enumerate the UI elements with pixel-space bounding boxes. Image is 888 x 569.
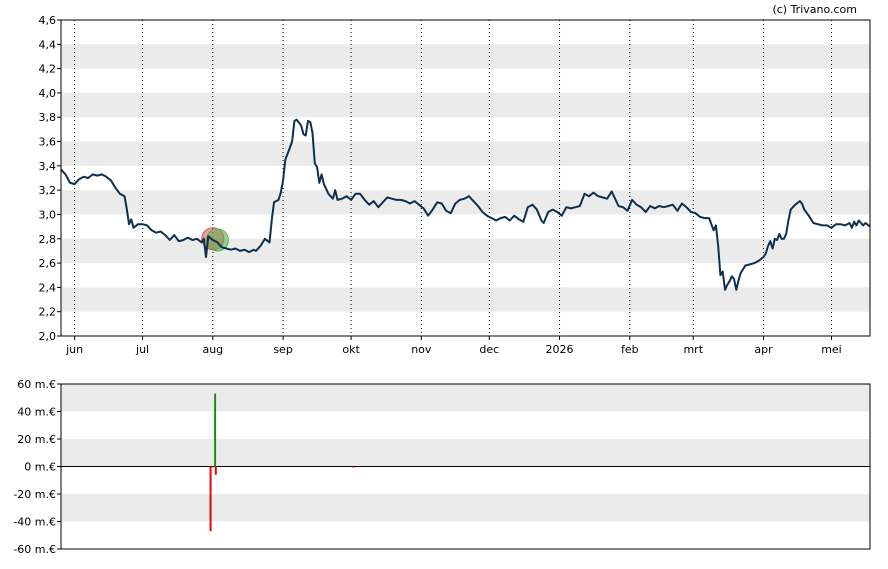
x-tick-label: okt (342, 343, 360, 356)
volume-y-tick-label: -20 m.€ (13, 488, 56, 501)
y-tick-label: 2,8 (39, 233, 57, 246)
price-panel-bands (61, 44, 870, 312)
y-tick-label: 3,0 (39, 208, 57, 221)
x-tick-label: mei (821, 343, 842, 356)
y-tick-label: 3,8 (39, 111, 57, 124)
x-tick-label: jun (65, 343, 83, 356)
chart-canvas: 2,0 2,2 2,4 2,6 2,8 3,0 3,2 3,4 3,6 3,8 4,0 4,2 4,4 4… (13, 3, 871, 556)
price-band (61, 44, 870, 69)
price-band (61, 190, 870, 215)
x-tick-label: feb (621, 343, 639, 356)
y-tick-label: 2,4 (39, 281, 57, 294)
y-tick-label: 4,4 (39, 38, 57, 51)
y-tick-label: 2,2 (39, 306, 57, 319)
price-x-axis: jun jul aug sep okt nov dec 2026 feb mrt apr mei (65, 336, 842, 356)
volume-y-axis: 60 m.€ 40 m.€ 20 m.€ 0 m.€ -20 m.€ -40 m.€ -60… (13, 378, 61, 556)
y-tick-label: 2,0 (39, 330, 57, 343)
volume-y-tick-label: -40 m.€ (13, 516, 56, 529)
x-tick-label: aug (202, 343, 223, 356)
volume-y-tick-label: 0 m.€ (24, 461, 56, 474)
watermark: (c) Trivano.com (772, 3, 857, 16)
price-y-axis: 2,0 2,2 2,4 2,6 2,8 3,0 3,2 3,4 3,6 3,8 4,0 4,2 4,4 4… (39, 14, 61, 343)
y-tick-label: 4,0 (39, 87, 57, 100)
price-band (61, 238, 870, 264)
volume-y-tick-label: 20 m.€ (17, 433, 56, 446)
volume-y-tick-label: -60 m.€ (13, 543, 56, 556)
price-band (61, 141, 870, 166)
y-tick-label: 3,4 (39, 160, 57, 173)
price-band (61, 92, 870, 118)
volume-panel-bands (61, 384, 870, 522)
price-band (61, 287, 870, 312)
volume-band (61, 384, 870, 412)
x-tick-label: jul (135, 343, 149, 356)
y-tick-label: 3,2 (39, 184, 57, 197)
volume-y-tick-label: 40 m.€ (17, 406, 56, 419)
y-tick-label: 4,2 (39, 63, 57, 76)
x-tick-label: nov (411, 343, 432, 356)
stock-chart: 2,0 2,2 2,4 2,6 2,8 3,0 3,2 3,4 3,6 3,8 4,0 4,2 4,4 4… (0, 0, 888, 565)
x-tick-label: 2026 (546, 343, 574, 356)
x-tick-label: sep (273, 343, 292, 356)
x-tick-label: mrt (683, 343, 703, 356)
y-tick-label: 3,6 (39, 136, 57, 149)
volume-band (61, 494, 870, 522)
volume-y-tick-label: 60 m.€ (17, 378, 56, 391)
x-tick-label: apr (754, 343, 773, 356)
volume-band (61, 439, 870, 467)
x-tick-label: dec (479, 343, 499, 356)
y-tick-label: 2,6 (39, 257, 57, 270)
y-tick-label: 4,6 (39, 14, 57, 27)
